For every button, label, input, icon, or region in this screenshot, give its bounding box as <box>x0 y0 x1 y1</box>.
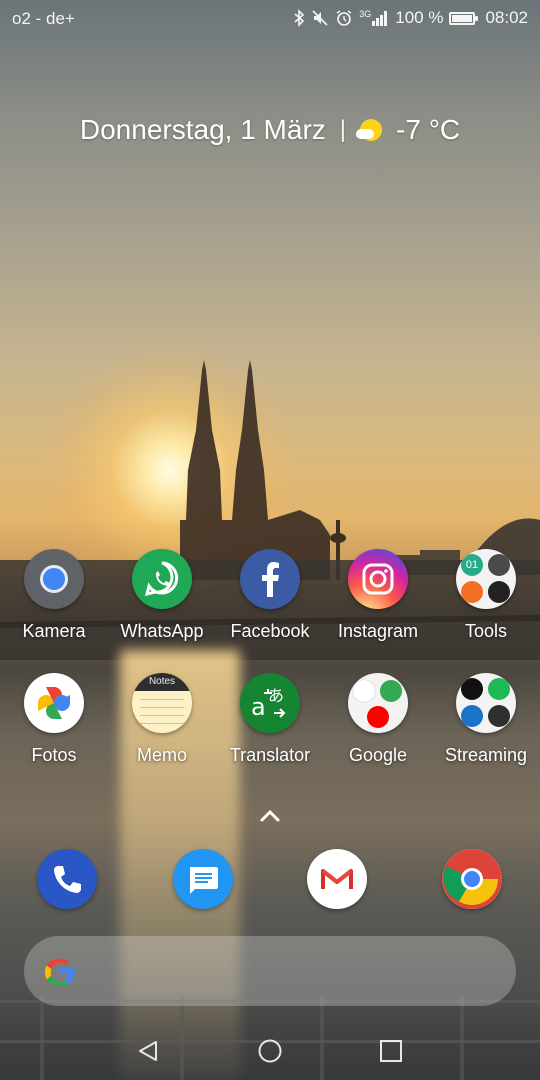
maps-mini-icon <box>380 680 402 702</box>
instagram-icon <box>348 549 408 609</box>
home-icon[interactable] <box>257 1038 283 1064</box>
chevron-up-icon[interactable] <box>258 806 282 826</box>
folder-streaming[interactable]: Streaming <box>432 673 540 766</box>
notes-icon: Notes <box>132 673 192 733</box>
amazon-mini-icon <box>488 705 510 727</box>
app-whatsapp[interactable]: WhatsApp <box>108 549 216 642</box>
app-translator[interactable]: a あ Translator <box>216 673 324 766</box>
google-mini-icon <box>353 680 375 702</box>
messages-icon <box>190 867 218 894</box>
recents-icon[interactable] <box>378 1038 404 1064</box>
calculator-mini-icon: 01 <box>461 554 483 576</box>
svg-text:a: a <box>251 693 266 721</box>
status-bar: o2 - de+ 3G 100 % 08:02 <box>0 0 540 38</box>
whatsapp-icon <box>132 549 192 609</box>
google-photos-icon <box>24 673 84 733</box>
facebook-icon <box>240 549 300 609</box>
navigation-bar <box>0 1020 540 1080</box>
phone-icon <box>54 866 81 893</box>
app-label: WhatsApp <box>120 621 204 641</box>
alarm-icon <box>336 10 352 26</box>
battery-percent: 100 % <box>395 8 444 27</box>
widget-separator: | <box>339 116 347 143</box>
folder-icon: 01 <box>456 549 516 609</box>
temperature-text[interactable]: -7 °C <box>396 114 460 146</box>
phone-app[interactable] <box>37 849 97 909</box>
clock: 08:02 <box>485 8 528 27</box>
signal-icon <box>372 11 388 26</box>
date-weather-widget[interactable]: Donnerstag, 1 März | -7 °C <box>0 110 540 150</box>
notes-icon-header: Notes <box>132 673 192 691</box>
app-label: Memo <box>136 745 187 765</box>
folder-google[interactable]: Google <box>324 673 432 766</box>
app-label: Streaming <box>444 745 528 765</box>
chrome-app[interactable] <box>442 849 502 909</box>
spotify-mini-icon <box>488 678 510 700</box>
app-label: Google <box>348 745 408 765</box>
app-label: Kamera <box>22 621 86 641</box>
gmail-icon <box>321 869 353 889</box>
svg-text:あ: あ <box>268 686 284 705</box>
bluetooth-icon <box>294 9 305 27</box>
battery-icon <box>449 11 479 25</box>
google-search-bar[interactable] <box>24 936 516 1006</box>
gmail-app[interactable] <box>307 849 367 909</box>
youtube-mini-icon <box>367 706 389 728</box>
folder-icon <box>348 673 408 733</box>
google-g-icon <box>45 958 75 986</box>
chrome-icon <box>442 849 502 909</box>
mute-icon <box>312 10 328 26</box>
app-fotos[interactable]: Fotos <box>0 673 108 766</box>
app-label: Translator <box>229 745 311 765</box>
tool-mini-icon <box>488 554 510 576</box>
network-type: 3G <box>359 9 372 19</box>
app-facebook[interactable]: Facebook <box>216 549 324 642</box>
camera-icon <box>24 549 84 609</box>
messages-app[interactable] <box>173 849 233 909</box>
folder-icon <box>456 673 516 733</box>
tool-mini-icon <box>488 581 510 603</box>
carrier-name: o2 - de+ <box>12 9 75 28</box>
app-memo[interactable]: Notes Memo <box>108 673 216 766</box>
heart-mini-icon <box>461 581 483 603</box>
app-kamera[interactable]: Kamera <box>0 549 108 642</box>
app-instagram[interactable]: Instagram <box>324 549 432 642</box>
folder-tools[interactable]: 01 Tools <box>432 549 540 642</box>
date-text[interactable]: Donnerstag, 1 März <box>80 114 326 146</box>
sky-mini-icon <box>461 705 483 727</box>
status-icons: 3G 100 % 08:02 <box>293 8 528 28</box>
netflix-mini-icon <box>461 678 483 700</box>
back-icon[interactable] <box>136 1038 162 1064</box>
app-label: Facebook <box>230 621 310 641</box>
translate-icon: a あ <box>240 673 300 733</box>
app-label: Fotos <box>31 745 77 765</box>
partly-sunny-icon <box>356 119 383 141</box>
app-label: Instagram <box>337 621 419 641</box>
app-label: Tools <box>464 621 508 641</box>
